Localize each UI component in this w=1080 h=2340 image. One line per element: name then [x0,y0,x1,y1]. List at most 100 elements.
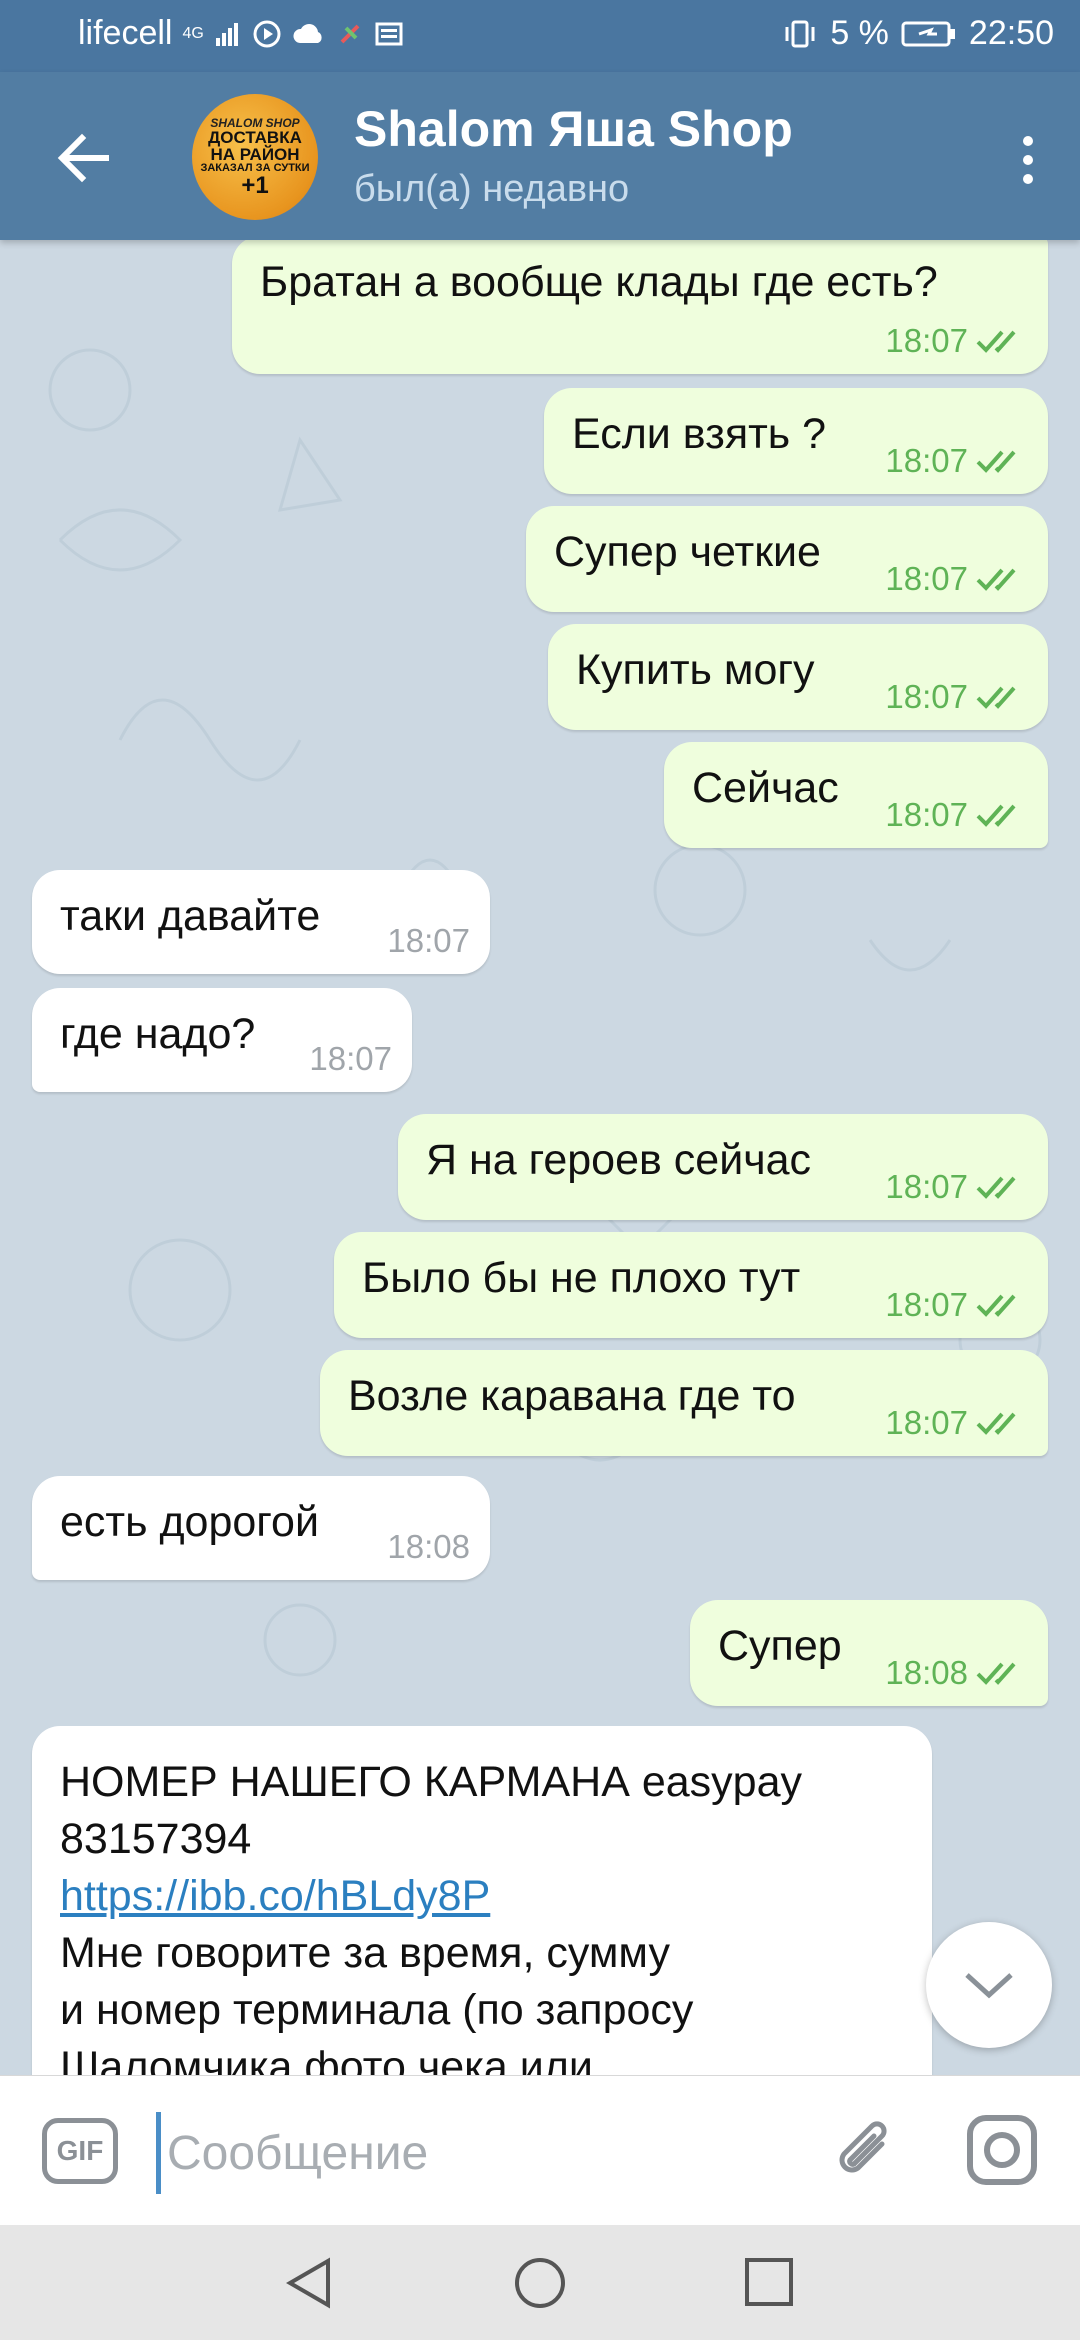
message-line: 83157394 [60,1815,252,1863]
message-text: есть дорогой [60,1498,319,1546]
message-text: таки давайте [60,892,321,940]
double-check-icon [976,330,1016,353]
message-time: 18:07 [885,1286,968,1323]
message-meta: 18:07 [885,1168,1028,1206]
message-bubble-outgoing[interactable]: Возле каравана где то 18:07 [320,1350,1048,1456]
message-line: Мне говорите за время, сумму [60,1929,670,1977]
play-icon [253,20,281,47]
message-bubble-outgoing[interactable]: Если взять ? 18:07 [544,388,1048,494]
message-text: Братан а вообще клады где есть? [260,258,938,306]
double-check-icon [976,568,1016,591]
message-time: 18:07 [309,1040,392,1077]
message-text: Сейчас [692,764,839,812]
message-time: 18:08 [387,1528,470,1565]
app-notification-icon [340,24,360,43]
chat-header: SHALOM SHOP ДОСТАВКА НА РАЙОН ЗАКАЗАЛ ЗА… [0,72,1080,240]
message-bubble-outgoing[interactable]: Братан а вообще клады где есть? 18:07 [232,236,1048,374]
avatar-line: НА РАЙОН [210,144,300,164]
double-check-icon [976,1412,1016,1435]
long-message-body: НОМЕР НАШЕГО КАРМАНА easypay 83157394 ht… [60,1754,802,2096]
message-meta: 18:07 [885,1286,1028,1324]
message-text: Супер четкие [554,528,821,576]
avatar-line: +1 [241,171,269,199]
message-meta: 18:07 [885,560,1028,598]
camera-icon[interactable] [964,2112,1040,2188]
message-time: 18:07 [885,678,968,715]
message-line: НОМЕР НАШЕГО КАРМАНА easypay [60,1758,802,1806]
scroll-to-bottom-button[interactable] [926,1922,1052,2048]
message-bubble-outgoing[interactable]: Я на героев сейчас 18:07 [398,1114,1048,1220]
message-text: Возле каравана где то [348,1372,796,1420]
chevron-down-icon [965,1973,1013,1999]
nav-back-icon[interactable] [280,2253,340,2313]
message-link[interactable]: https://ibb.co/hBLdy8P [60,1868,802,1925]
message-time: 18:07 [885,322,968,359]
network-type-icon: 4G [182,24,204,42]
message-time: 18:07 [387,922,470,959]
message-bubble-incoming[interactable]: где надо? 18:07 [32,988,412,1092]
last-seen-status: был(а) недавно [354,168,630,210]
back-button[interactable] [48,122,120,194]
double-check-icon [976,450,1016,473]
message-bubble-outgoing[interactable]: Купить могу 18:07 [548,624,1048,730]
double-check-icon [976,1662,1016,1685]
message-text: Если взять ? [572,410,827,458]
message-bubble-incoming[interactable]: таки давайте 18:07 [32,870,490,974]
message-bubble-incoming-long[interactable]: НОМЕР НАШЕГО КАРМАНА easypay 83157394 ht… [32,1726,932,2126]
double-check-icon [976,686,1016,709]
message-time: 18:07 [885,1168,968,1205]
message-bubble-outgoing[interactable]: Супер 18:08 [690,1600,1048,1706]
message-text: где надо? [60,1010,256,1058]
message-meta: 18:07 [885,678,1028,716]
message-meta: 18:08 [387,1528,470,1566]
status-bar: lifecell 4G 5 % 22:50 [0,0,1080,72]
clock: 22:50 [968,14,1054,52]
message-text: Супер [718,1622,842,1670]
dot-icon [1023,174,1033,184]
message-bubble-outgoing[interactable]: Было бы не плохо тут 18:07 [334,1232,1048,1338]
chat-title[interactable]: Shalom Яша Shop [354,100,793,158]
message-time: 18:07 [885,796,968,833]
avatar[interactable]: SHALOM SHOP ДОСТАВКА НА РАЙОН ЗАКАЗАЛ ЗА… [192,94,318,220]
message-time: 18:08 [885,1654,968,1691]
gif-button[interactable]: GIF [42,2118,118,2184]
battery-percent: 5 % [830,14,889,52]
avatar-line: ДОСТАВКА [208,127,302,147]
cloud-icon [293,23,322,43]
double-check-icon [976,1176,1016,1199]
battery-charging-icon [901,21,955,46]
nav-home-icon[interactable] [510,2253,570,2313]
dot-icon [1023,155,1033,165]
message-line: и номер терминала (по запросу [60,1986,694,2034]
message-time: 18:07 [885,1404,968,1441]
status-left: lifecell 4G [78,14,404,53]
message-text: Купить могу [576,646,815,694]
message-bubble-outgoing[interactable]: Сейчас 18:07 [664,742,1048,848]
message-text: Было бы не плохо тут [362,1254,801,1302]
message-bubble-outgoing[interactable]: Супер четкие 18:07 [526,506,1048,612]
message-meta: 18:07 [885,322,1028,360]
vibrate-icon [785,20,815,47]
status-right: 5 % 22:50 [782,14,1054,53]
double-check-icon [976,804,1016,827]
paperclip-icon[interactable] [826,2114,906,2194]
avatar-line: SHALOM SHOP [210,115,300,130]
system-navigation-bar [0,2225,1080,2340]
news-icon [375,22,403,45]
message-meta: 18:07 [885,1404,1028,1442]
nav-recents-icon[interactable] [742,2255,796,2309]
message-meta: 18:07 [309,1040,392,1078]
message-meta: 18:07 [885,442,1028,480]
carrier-label: lifecell [78,14,173,52]
message-composer: GIF [0,2075,1080,2226]
message-meta: 18:08 [885,1654,1028,1692]
message-meta: 18:07 [387,922,470,960]
message-input[interactable] [156,2112,809,2194]
message-time: 18:07 [885,560,968,597]
double-check-icon [976,1294,1016,1317]
message-text: Я на героев сейчас [426,1136,812,1184]
dot-icon [1023,136,1033,146]
more-menu-button[interactable] [998,124,1058,196]
message-bubble-incoming[interactable]: есть дорогой 18:08 [32,1476,490,1580]
message-meta: 18:07 [885,796,1028,834]
